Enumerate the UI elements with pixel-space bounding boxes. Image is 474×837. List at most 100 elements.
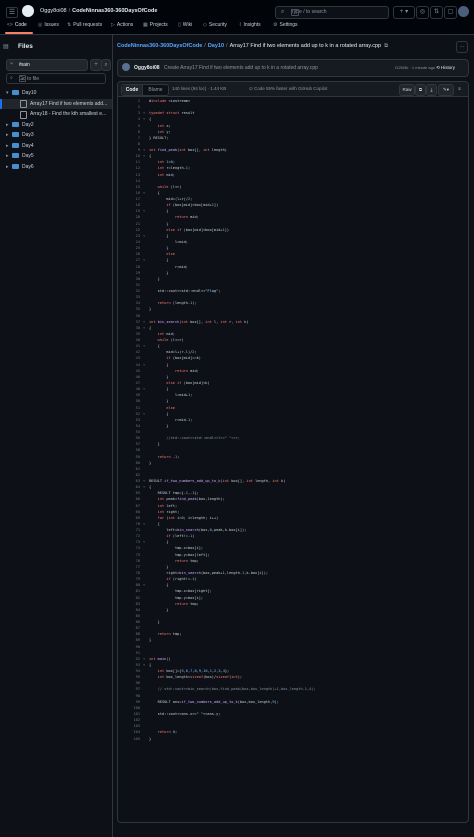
tab-insights[interactable]: ⌇ Insights xyxy=(239,22,261,28)
download-icon[interactable]: ⤓ xyxy=(426,84,437,96)
line-number[interactable]: 4 xyxy=(118,116,140,122)
line-number[interactable]: 10 xyxy=(118,153,140,159)
line-number[interactable]: 99 xyxy=(118,699,140,705)
avatar[interactable] xyxy=(458,6,469,17)
fold-chevron-icon[interactable]: ▾ xyxy=(143,325,145,331)
line-number[interactable]: 80 xyxy=(118,582,140,588)
line-number[interactable]: 84 xyxy=(118,607,140,613)
more-options-button[interactable]: ··· xyxy=(456,41,468,53)
line-number[interactable]: 34 xyxy=(118,300,140,306)
commit-sha-time[interactable]: f125f3b · 1 minute ago xyxy=(395,65,435,70)
line-number[interactable]: 23 xyxy=(118,233,140,239)
line-number[interactable]: 75 xyxy=(118,552,140,558)
history-button[interactable]: ⟲ History xyxy=(436,65,455,71)
tree-folder[interactable]: ▾ Day10 xyxy=(0,88,112,98)
chevron-right-icon[interactable]: ▸ xyxy=(6,153,9,159)
fold-chevron-icon[interactable]: ▾ xyxy=(143,656,145,662)
line-number[interactable]: 88 xyxy=(118,631,140,637)
line-number[interactable]: 9 xyxy=(118,147,140,153)
line-number[interactable]: 51 xyxy=(118,405,140,411)
fold-chevron-icon[interactable]: ▾ xyxy=(143,411,145,417)
line-number[interactable]: 18 xyxy=(118,202,140,208)
line-number[interactable]: 73 xyxy=(118,539,140,545)
fold-chevron-icon[interactable]: ▾ xyxy=(143,147,145,153)
line-number[interactable]: 30 xyxy=(118,276,140,282)
chevron-right-icon[interactable]: ▸ xyxy=(6,122,9,128)
line-number[interactable]: 90 xyxy=(118,644,140,650)
notifications-icon[interactable]: ▢ xyxy=(444,6,457,19)
line-number[interactable]: 49 xyxy=(118,392,140,398)
line-number[interactable]: 35 xyxy=(118,306,140,312)
line-number[interactable]: 87 xyxy=(118,625,140,631)
commit-message[interactable]: Create Array17 Find if two elements add … xyxy=(164,65,318,71)
line-number[interactable]: 8 xyxy=(118,141,140,147)
fold-chevron-icon[interactable]: ▾ xyxy=(143,662,145,668)
tree-file[interactable]: Array17 Find if two elements add... xyxy=(0,98,112,109)
line-number[interactable]: 77 xyxy=(118,564,140,570)
line-number[interactable]: 58 xyxy=(118,447,140,453)
fold-chevron-icon[interactable]: ▾ xyxy=(143,110,145,116)
chevron-right-icon[interactable]: ▸ xyxy=(6,143,9,149)
copy-path-icon[interactable]: ⧉ xyxy=(384,43,388,49)
fold-chevron-icon[interactable]: ▾ xyxy=(143,190,145,196)
tab-actions[interactable]: ▷ Actions xyxy=(111,22,133,28)
fold-chevron-icon[interactable]: ▾ xyxy=(143,386,145,392)
line-number[interactable]: 13 xyxy=(118,172,140,178)
fold-chevron-icon[interactable]: ▾ xyxy=(143,362,145,368)
line-number[interactable]: 65 xyxy=(118,490,140,496)
copilot-promo[interactable]: ⊙ Code 55% faster with GitHub Copilot xyxy=(249,86,327,92)
line-number[interactable]: 25 xyxy=(118,245,140,251)
fold-chevron-icon[interactable]: ▾ xyxy=(143,257,145,263)
line-number[interactable]: 78 xyxy=(118,570,140,576)
line-number[interactable]: 95 xyxy=(118,674,140,680)
line-number[interactable]: 48 xyxy=(118,386,140,392)
fold-chevron-icon[interactable]: ▾ xyxy=(143,343,145,349)
line-number[interactable]: 60 xyxy=(118,460,140,466)
tab-issues[interactable]: ◎ Issues xyxy=(38,22,59,28)
search-input[interactable]: ⌕ Type / to search / xyxy=(275,6,389,19)
fold-chevron-icon[interactable]: ▾ xyxy=(143,478,145,484)
branch-selector[interactable]: ⑂ main ▾ xyxy=(6,59,88,71)
tree-folder[interactable]: ▸ Day4 xyxy=(0,141,112,151)
tab-code[interactable]: <> Code xyxy=(7,22,27,28)
line-number[interactable]: 47 xyxy=(118,380,140,386)
line-number[interactable]: 86 xyxy=(118,619,140,625)
line-number[interactable]: 22 xyxy=(118,227,140,233)
line-number[interactable]: 53 xyxy=(118,417,140,423)
chevron-down-icon[interactable]: ▾ xyxy=(6,90,9,96)
commit-author[interactable]: Oggy8oi08 xyxy=(134,65,160,71)
line-number[interactable]: 17 xyxy=(118,196,140,202)
line-number[interactable]: 1 xyxy=(118,98,140,104)
line-number[interactable]: 102 xyxy=(118,717,141,723)
line-number[interactable]: 56 xyxy=(118,435,140,441)
tab-wiki[interactable]: ▯ Wiki xyxy=(178,22,192,28)
line-number[interactable]: 24 xyxy=(118,239,140,245)
collapse-sidebar-icon[interactable]: ▤ xyxy=(3,43,9,50)
line-number[interactable]: 81 xyxy=(118,588,140,594)
line-number[interactable]: 89 xyxy=(118,637,140,643)
line-number[interactable]: 62 xyxy=(118,472,140,478)
breadcrumb-folder-link[interactable]: Day10 xyxy=(208,43,224,49)
line-number[interactable]: 59 xyxy=(118,454,140,460)
line-number[interactable]: 54 xyxy=(118,423,140,429)
line-number[interactable]: 103 xyxy=(118,723,141,729)
line-number[interactable]: 100 xyxy=(118,705,141,711)
line-number[interactable]: 76 xyxy=(118,558,140,564)
repo-link[interactable]: CodeNinnas360-360DaysOfCode xyxy=(72,8,157,14)
chevron-right-icon[interactable]: ▸ xyxy=(6,164,9,170)
line-number[interactable]: 27 xyxy=(118,257,140,263)
line-number[interactable]: 6 xyxy=(118,129,140,135)
line-number[interactable]: 50 xyxy=(118,398,140,404)
line-number[interactable]: 44 xyxy=(118,362,140,368)
line-number[interactable]: 92 xyxy=(118,656,140,662)
line-number[interactable]: 20 xyxy=(118,214,140,220)
line-number[interactable]: 16 xyxy=(118,190,140,196)
line-number[interactable]: 94 xyxy=(118,668,140,674)
line-number[interactable]: 55 xyxy=(118,429,140,435)
line-number[interactable]: 63 xyxy=(118,478,140,484)
line-number[interactable]: 52 xyxy=(118,411,140,417)
tree-folder[interactable]: ▸ Day6 xyxy=(0,162,112,172)
line-number[interactable]: 2 xyxy=(118,104,140,110)
line-number[interactable]: 96 xyxy=(118,680,140,686)
line-number[interactable]: 36 xyxy=(118,313,140,319)
